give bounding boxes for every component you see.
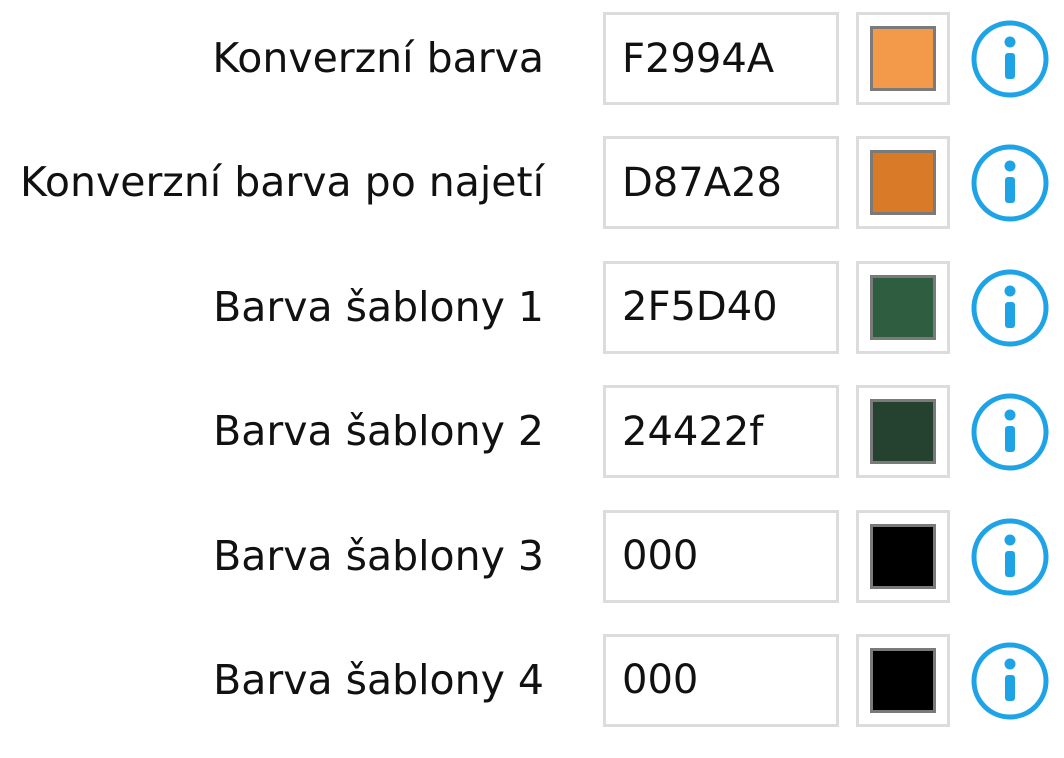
info-icon[interactable] xyxy=(970,268,1050,348)
info-icon[interactable] xyxy=(970,19,1050,99)
info-icon[interactable] xyxy=(970,641,1050,721)
color-swatch xyxy=(870,647,936,713)
color-swatch xyxy=(870,523,936,589)
color-swatch xyxy=(870,150,936,216)
hex-color-input[interactable] xyxy=(603,385,839,479)
color-field-row: Konverzní barva po najetí xyxy=(0,136,1064,230)
color-swatch xyxy=(870,399,936,465)
hex-color-input[interactable] xyxy=(603,633,839,727)
color-picker-button[interactable] xyxy=(856,385,950,479)
hex-color-input[interactable] xyxy=(603,12,839,105)
field-label: Konverzní barva xyxy=(212,34,544,82)
color-swatch xyxy=(870,26,936,91)
color-settings-form: Konverzní barva Konverzní barva po najet… xyxy=(0,12,1064,758)
color-field-row: Barva šablony 4 xyxy=(0,633,1064,727)
info-icon[interactable] xyxy=(970,517,1050,597)
field-label: Barva šablony 1 xyxy=(213,282,544,331)
color-swatch xyxy=(870,274,936,340)
color-picker-button[interactable] xyxy=(856,136,950,230)
info-icon[interactable] xyxy=(970,392,1050,472)
color-picker-button[interactable] xyxy=(856,633,950,727)
info-icon[interactable] xyxy=(970,143,1050,223)
color-picker-button[interactable] xyxy=(856,12,950,105)
color-field-row: Barva šablony 2 xyxy=(0,385,1064,479)
field-label: Barva šablony 4 xyxy=(213,655,544,704)
field-label: Barva šablony 2 xyxy=(213,407,544,456)
color-picker-button[interactable] xyxy=(856,260,950,354)
hex-color-input[interactable] xyxy=(603,260,839,354)
color-picker-button[interactable] xyxy=(856,509,950,603)
field-label: Barva šablony 3 xyxy=(213,531,544,580)
field-label: Konverzní barva po najetí xyxy=(20,158,544,207)
color-field-row: Konverzní barva xyxy=(0,12,1064,105)
hex-color-input[interactable] xyxy=(603,136,839,230)
hex-color-input[interactable] xyxy=(603,509,839,603)
color-field-row: Barva šablony 3 xyxy=(0,509,1064,603)
color-field-row: Barva šablony 1 xyxy=(0,260,1064,354)
